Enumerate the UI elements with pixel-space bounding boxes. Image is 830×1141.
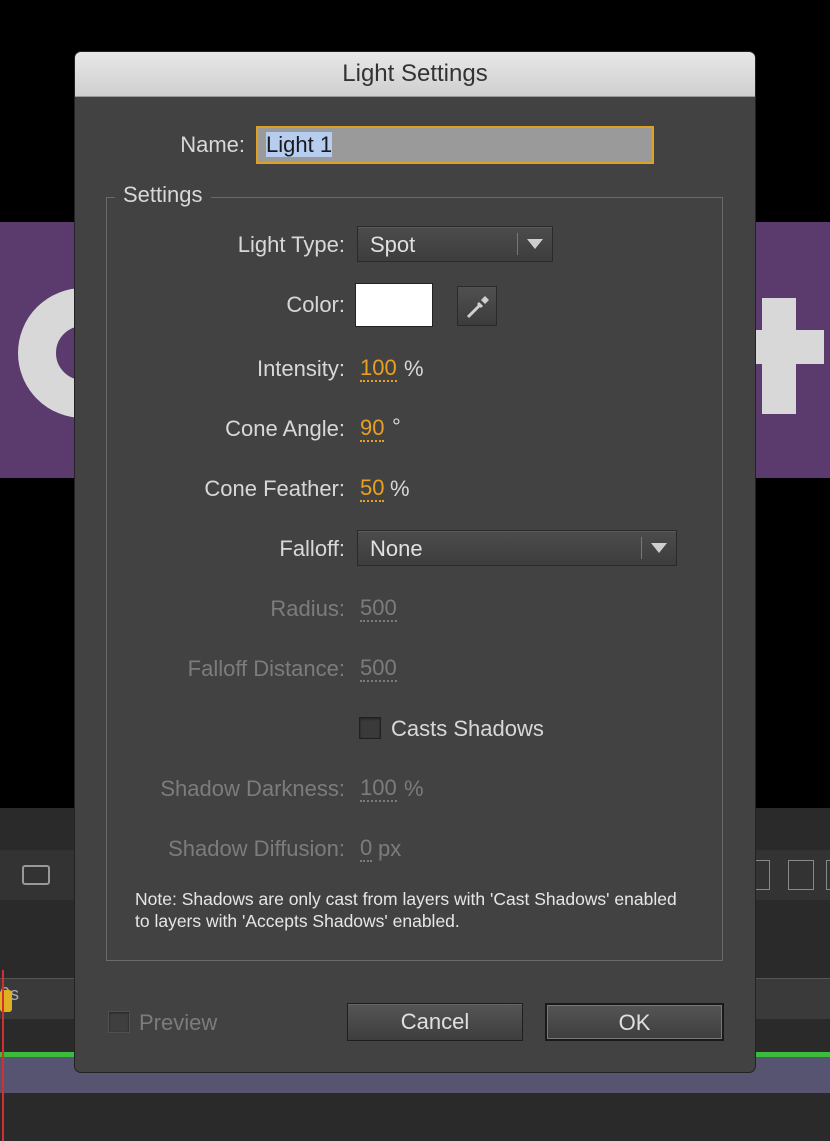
cancel-button[interactable]: Cancel (347, 1003, 523, 1041)
chevron-down-icon (527, 239, 543, 249)
cone-feather-value[interactable]: 50 (360, 476, 385, 502)
casts-shadows-checkbox[interactable] (359, 717, 381, 739)
chevron-down-icon (651, 543, 667, 553)
name-field[interactable]: Light 1 (256, 126, 654, 164)
shadow-darkness-unit: % (404, 776, 424, 801)
timeline-controls[interactable] (746, 860, 830, 892)
cone-angle-value[interactable]: 90 (360, 416, 385, 442)
current-time-indicator (2, 970, 4, 1141)
color-swatch[interactable] (355, 283, 433, 327)
camera-icon[interactable] (22, 865, 50, 885)
intensity-value[interactable]: 100 (360, 356, 397, 382)
shadow-diffusion-unit: px (378, 836, 402, 861)
cone-feather-label: Cone Feather: (204, 476, 345, 501)
cone-feather-unit: % (390, 476, 410, 501)
light-settings-dialog: Light Settings Name: Light 1 Settings Li… (75, 52, 755, 1072)
cone-angle-label: Cone Angle: (225, 416, 345, 441)
cone-angle-unit: ° (392, 414, 401, 439)
falloff-label: Falloff: (279, 536, 345, 561)
falloff-distance-label: Falloff Distance: (187, 656, 345, 681)
intensity-unit: % (404, 356, 424, 381)
light-type-label: Light Type: (237, 232, 345, 257)
shadows-note: Note: Shadows are only cast from layers … (135, 889, 677, 931)
settings-group-title: Settings (115, 182, 211, 208)
falloff-dropdown[interactable]: None (357, 530, 677, 566)
radius-value: 500 (360, 595, 397, 622)
dropdown-separator (517, 233, 518, 255)
light-type-dropdown[interactable]: Spot (357, 226, 553, 262)
preview-label: Preview (139, 1010, 218, 1035)
shadow-darkness-label: Shadow Darkness: (160, 776, 345, 801)
light-type-value: Spot (370, 232, 416, 257)
name-value: Light 1 (266, 132, 333, 157)
ok-button[interactable]: OK (545, 1003, 724, 1041)
dropdown-separator (641, 537, 642, 559)
shadow-darkness-value: 100 (360, 775, 397, 802)
casts-shadows-label[interactable]: Casts Shadows (391, 716, 544, 742)
dialog-title: Light Settings (342, 60, 488, 87)
dialog-titlebar[interactable]: Light Settings (75, 52, 755, 97)
preview-checkbox[interactable] (108, 1011, 130, 1033)
shadow-diffusion-label: Shadow Diffusion: (168, 836, 345, 861)
intensity-label: Intensity: (256, 356, 345, 381)
radius-label: Radius: (270, 596, 345, 621)
eyedropper-button[interactable] (457, 286, 497, 326)
falloff-value: None (370, 536, 423, 561)
eyedropper-icon (466, 296, 489, 319)
falloff-distance-value: 500 (360, 655, 397, 682)
shadow-diffusion-value: 0 (360, 835, 373, 862)
color-label: Color: (286, 292, 345, 317)
name-label: Name: (180, 132, 245, 157)
